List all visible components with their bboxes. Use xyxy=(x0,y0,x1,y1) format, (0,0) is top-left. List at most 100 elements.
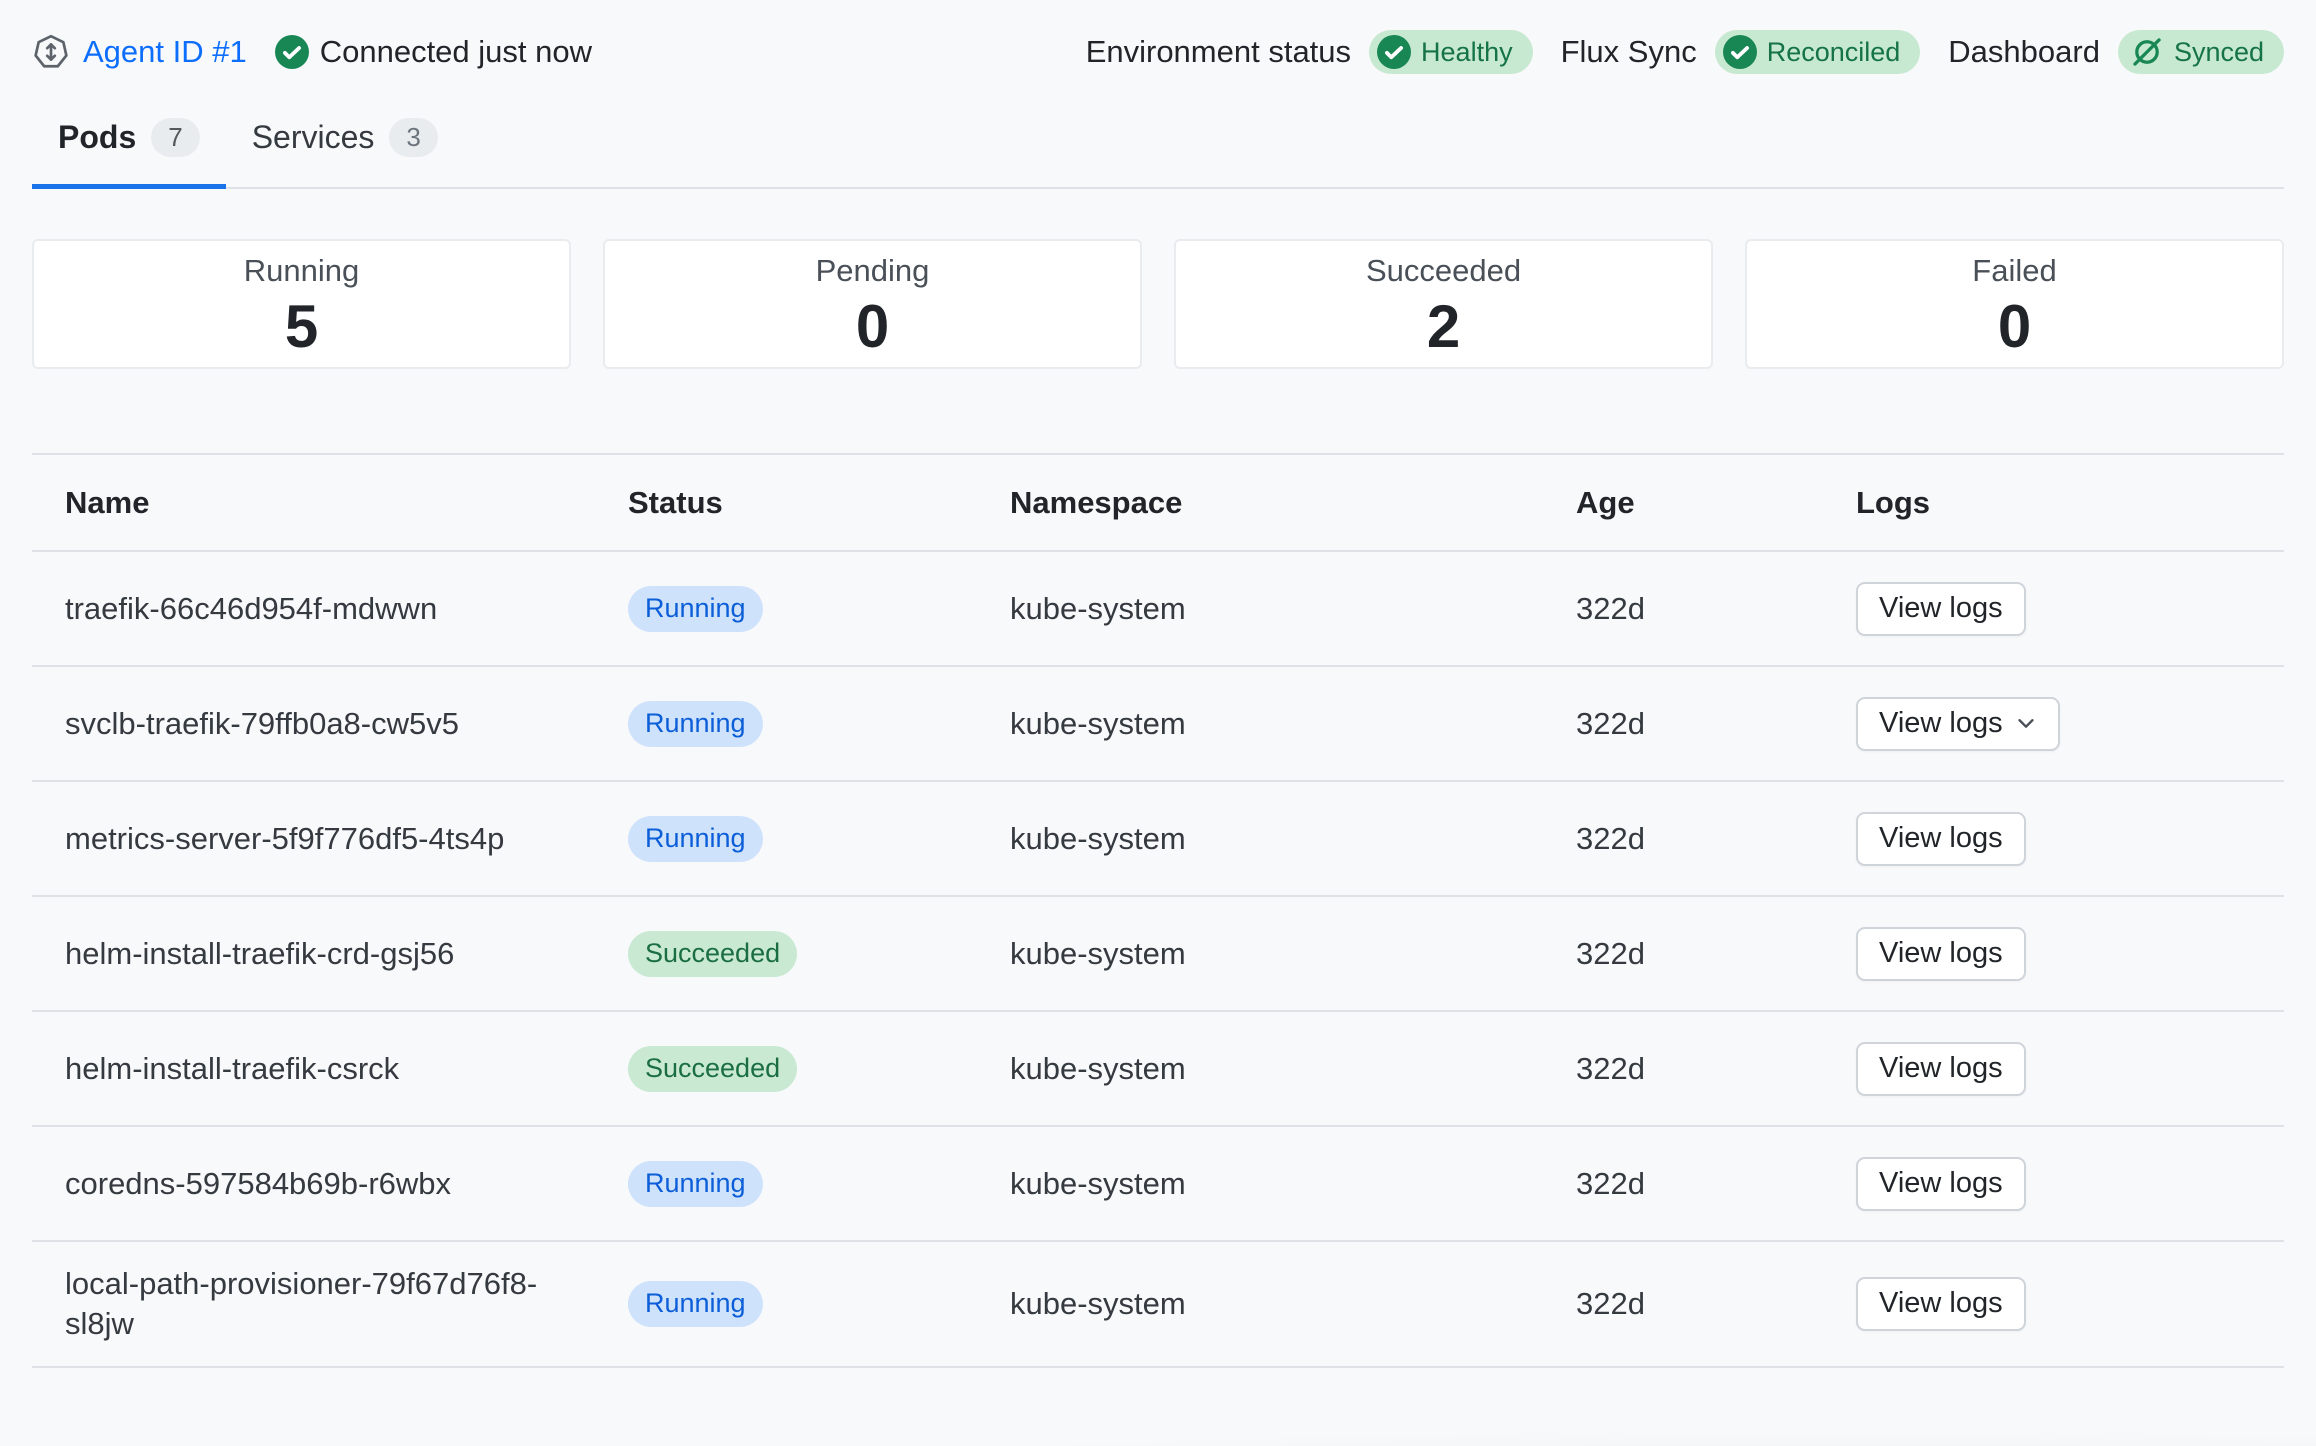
pod-age: 322d xyxy=(1576,704,1856,744)
synced-icon xyxy=(2130,35,2164,69)
stat-value: 0 xyxy=(1998,295,2031,358)
pod-logs-cell: View logs xyxy=(1856,582,2284,636)
dashboard-sync-badge-label: Synced xyxy=(2174,37,2264,68)
environment-status-badge-label: Healthy xyxy=(1421,37,1513,68)
pod-namespace: kube-system xyxy=(1010,1049,1576,1089)
view-logs-label: View logs xyxy=(1879,1287,2003,1320)
stat-label: Succeeded xyxy=(1366,253,1521,289)
stat-card-running: Running 5 xyxy=(32,239,571,369)
pod-namespace: kube-system xyxy=(1010,704,1576,744)
agent-icon xyxy=(32,33,70,71)
status-badge: Running xyxy=(628,586,763,632)
pod-namespace: kube-system xyxy=(1010,1164,1576,1204)
tab-services[interactable]: Services 3 xyxy=(226,118,464,187)
dashboard-sync-badge: Synced xyxy=(2118,30,2284,74)
pod-status-cell: Running xyxy=(628,816,1010,862)
stat-value: 0 xyxy=(856,295,889,358)
dashboard-page: Agent ID #1 Connected just now Environme… xyxy=(0,0,2316,1368)
stat-card-succeeded: Succeeded 2 xyxy=(1174,239,1713,369)
pod-name: svclb-traefik-79ffb0a8-cw5v5 xyxy=(32,682,600,766)
connected-check-icon xyxy=(275,35,309,69)
agent-id-link[interactable]: Agent ID #1 xyxy=(83,34,247,70)
tabs: Pods 7 Services 3 xyxy=(32,118,2284,189)
view-logs-button[interactable]: View logs xyxy=(1856,1042,2026,1096)
status-badge: Running xyxy=(628,1281,763,1327)
stat-value: 5 xyxy=(285,295,318,358)
pod-namespace: kube-system xyxy=(1010,1284,1576,1324)
table-row: svclb-traefik-79ffb0a8-cw5v5 Runningkube-… xyxy=(32,667,2284,782)
stat-card-failed: Failed0 xyxy=(1745,239,2284,369)
pod-namespace: kube-system xyxy=(1010,819,1576,859)
tab-count-badge: 7 xyxy=(151,118,199,157)
dashboard-label: Dashboard xyxy=(1948,34,2100,70)
view-logs-button[interactable]: View logs xyxy=(1856,1277,2026,1331)
pod-name: helm-install-traefik-crd-gsj56 xyxy=(32,912,600,996)
pod-status-cell: Running xyxy=(628,701,1010,747)
pod-logs-cell: View logs xyxy=(1856,1277,2284,1331)
pod-age: 322d xyxy=(1576,1284,1856,1324)
view-logs-label: View logs xyxy=(1879,822,2003,855)
column-header-status: Status xyxy=(628,485,1010,521)
view-logs-label: View logs xyxy=(1879,1052,2003,1085)
view-logs-label: View logs xyxy=(1879,707,2003,740)
view-logs-button[interactable]: View logs xyxy=(1856,1157,2026,1211)
flux-sync-badge-label: Reconciled xyxy=(1767,37,1901,68)
column-header-namespace: Namespace xyxy=(1010,485,1576,521)
pod-age: 322d xyxy=(1576,934,1856,974)
pod-logs-cell: View logs xyxy=(1856,927,2284,981)
table-row: traefik-66c46d954f-mdwwnRunningkube-syst… xyxy=(32,552,2284,667)
pod-namespace: kube-system xyxy=(1010,934,1576,974)
flux-sync-badge: Reconciled xyxy=(1715,30,1921,74)
tab-label: Pods xyxy=(58,119,136,156)
status-badge: Succeeded xyxy=(628,931,797,977)
table-header: Name StatusNamespaceAgeLogs xyxy=(32,453,2284,552)
environment-status-badge: Healthy xyxy=(1369,30,1533,74)
table-row: helm-install-traefik-crd-gsj56 Succeeded k… xyxy=(32,897,2284,1012)
stat-card-pending: Pending 0 xyxy=(603,239,1142,369)
pod-status-cell: Running xyxy=(628,586,1010,632)
view-logs-label: View logs xyxy=(1879,937,2003,970)
top-bar: Agent ID #1 Connected just now Environme… xyxy=(32,0,2284,74)
table-body: traefik-66c46d954f-mdwwnRunningkube-syst… xyxy=(32,552,2284,1368)
view-logs-button[interactable]: View logs xyxy=(1856,812,2026,866)
pod-logs-cell: View logs xyxy=(1856,812,2284,866)
pod-name: local-path-provisioner-79f67d76f8-sl8jw xyxy=(32,1242,600,1366)
table-header-row: Name StatusNamespaceAgeLogs xyxy=(32,453,2284,552)
pod-name: coredns-597584b69b-r6wbx xyxy=(32,1142,600,1226)
pod-logs-cell: View logs xyxy=(1856,1042,2284,1096)
view-logs-button[interactable]: View logs xyxy=(1856,927,2026,981)
pod-logs-cell: View logs xyxy=(1856,1157,2284,1211)
pod-logs-cell: View logs xyxy=(1856,697,2284,751)
status-badge: Succeeded xyxy=(628,1046,797,1092)
view-logs-label: View logs xyxy=(1879,1167,2003,1200)
tab-count-badge: 3 xyxy=(389,118,437,157)
column-header-name: Name xyxy=(32,485,600,521)
tab-label: Services xyxy=(252,119,375,156)
pod-age: 322d xyxy=(1576,1049,1856,1089)
table-row: helm-install-traefik-csrck Succeeded kube-… xyxy=(32,1012,2284,1127)
table-row: coredns-597584b69b-r6wbx Running kube-syst… xyxy=(32,1127,2284,1242)
table-row: local-path-provisioner-79f67d76f8-sl8jw R… xyxy=(32,1242,2284,1368)
pod-namespace: kube-system xyxy=(1010,589,1576,629)
stat-cards: Running 5 Pending 0 Succeeded 2 Failed0 xyxy=(32,239,2284,369)
view-logs-label: View logs xyxy=(1879,592,2003,625)
column-header-logs: Logs xyxy=(1856,485,2284,521)
agent-status-group: Agent ID #1 Connected just now xyxy=(32,33,592,71)
environment-badges-group: Environment status Healthy Flux Sync xyxy=(1086,30,2284,74)
pod-name: metrics-server-5f9f776df5-4ts4p xyxy=(32,797,600,881)
connection-status: Connected just now xyxy=(320,34,592,70)
pod-name: helm-install-traefik-csrck xyxy=(32,1027,600,1111)
status-badge: Running xyxy=(628,1161,763,1207)
stat-value: 2 xyxy=(1427,295,1460,358)
view-logs-dropdown-button[interactable]: View logs xyxy=(1856,697,2060,751)
flux-sync-label: Flux Sync xyxy=(1561,34,1697,70)
table-row: metrics-server-5f9f776df5-4ts4p Runningku… xyxy=(32,782,2284,897)
pod-status-cell: Succeeded xyxy=(628,1046,1010,1092)
stat-label: Pending xyxy=(816,253,930,289)
tab-pods[interactable]: Pods 7 xyxy=(32,118,226,187)
stat-label: Running xyxy=(244,253,359,289)
view-logs-button[interactable]: View logs xyxy=(1856,582,2026,636)
column-header-age: Age xyxy=(1576,485,1856,521)
pod-age: 322d xyxy=(1576,819,1856,859)
pod-status-cell: Running xyxy=(628,1281,1010,1327)
